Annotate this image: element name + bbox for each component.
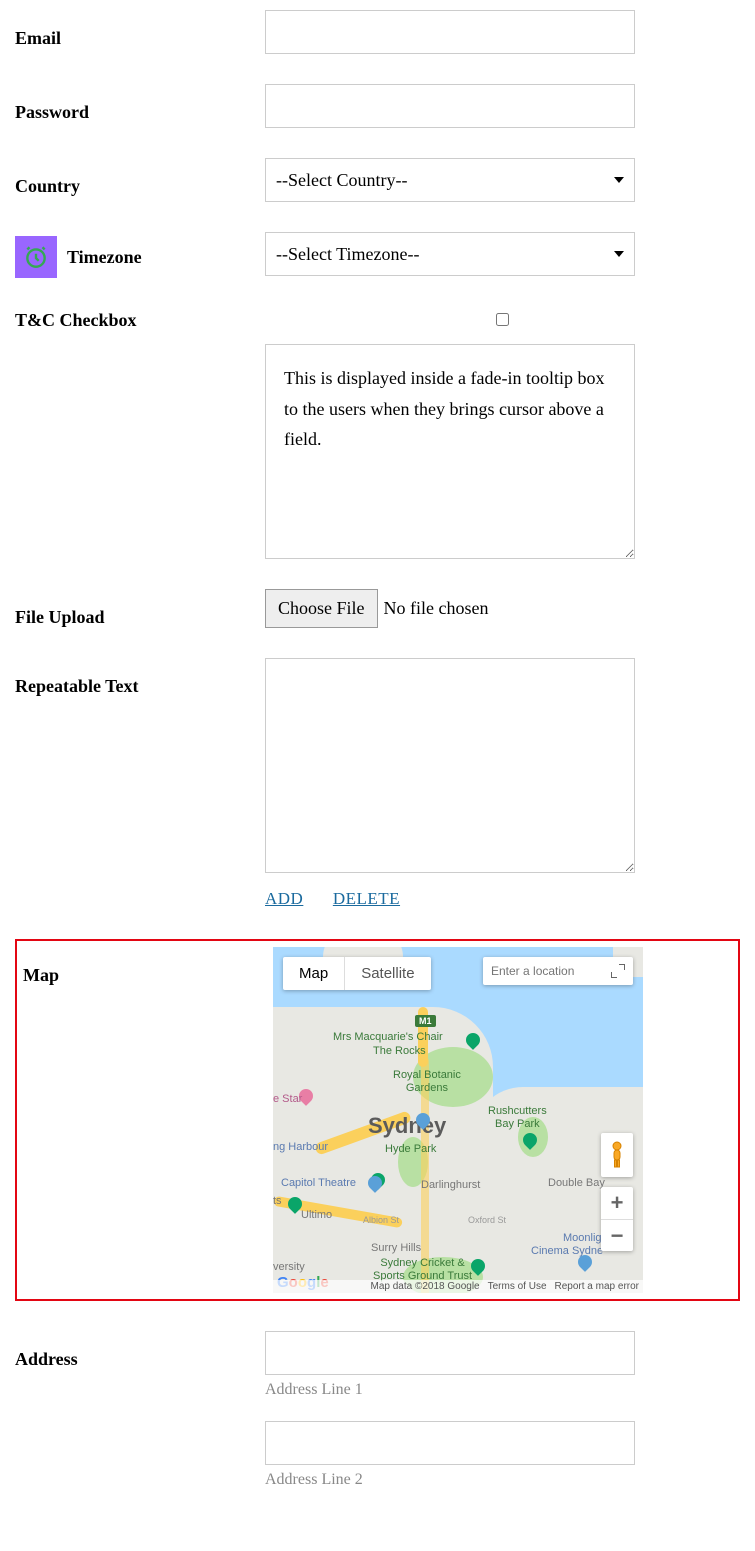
map-type-tabs: Map Satellite: [283, 957, 431, 990]
map-poi-label: The Rocks: [373, 1045, 426, 1058]
map-area-label: Darlinghurst: [421, 1179, 480, 1191]
map-area-label: Ultimo: [301, 1209, 332, 1221]
clock-icon: [15, 236, 57, 278]
map-tab-map[interactable]: Map: [283, 957, 344, 990]
map-poi-label: Rushcutters Bay Park: [488, 1105, 547, 1131]
zoom-out-button[interactable]: −: [601, 1219, 633, 1251]
map-search-input[interactable]: [491, 964, 611, 978]
add-button[interactable]: ADD: [265, 889, 303, 908]
address-line1-field[interactable]: [265, 1331, 635, 1375]
map-canvas[interactable]: M1 Sydney Mrs Macquarie's Chair The Rock…: [273, 947, 643, 1293]
map-poi-label: Mrs Macquarie's Chair: [333, 1031, 443, 1044]
tc-checkbox[interactable]: [265, 313, 740, 326]
map-city-label: Sydney: [368, 1113, 446, 1139]
tc-tooltip-textarea[interactable]: This is displayed inside a fade-in toolt…: [265, 344, 635, 559]
password-field[interactable]: [265, 84, 635, 128]
email-label: Email: [15, 10, 265, 49]
map-poi-label: Hyde Park: [385, 1143, 436, 1156]
address-line2-field[interactable]: [265, 1421, 635, 1465]
zoom-in-button[interactable]: +: [601, 1187, 633, 1219]
delete-button[interactable]: DELETE: [333, 889, 400, 908]
map-poi-label: Royal Botanic Gardens: [393, 1069, 461, 1095]
address-line1-sublabel: Address Line 1: [265, 1381, 740, 1399]
map-poi-label: ng Harbour: [273, 1141, 328, 1154]
email-field[interactable]: [265, 10, 635, 54]
map-street-label: Albion St: [363, 1215, 399, 1225]
country-label: Country: [15, 158, 265, 197]
route-badge-m1: M1: [415, 1015, 436, 1027]
map-poi-label: Cinema Sydne: [531, 1245, 603, 1258]
map-field-highlight: Map M1 Sydney: [15, 939, 740, 1301]
repeatable-textarea[interactable]: [265, 658, 635, 873]
map-poi-label: Capitol Theatre: [281, 1177, 356, 1190]
address-label: Address: [15, 1331, 265, 1370]
map-tab-satellite[interactable]: Satellite: [344, 957, 430, 990]
map-area-label: versity: [273, 1261, 305, 1273]
tc-label: T&C Checkbox: [15, 308, 265, 331]
map-report-link[interactable]: Report a map error: [555, 1281, 639, 1292]
map-data-text: Map data ©2018 Google: [370, 1281, 479, 1292]
choose-file-button[interactable]: Choose File: [265, 589, 378, 628]
map-attribution: Map data ©2018 Google Terms of Use Repor…: [273, 1280, 643, 1293]
timezone-label: Timezone: [67, 247, 142, 268]
repeatable-label: Repeatable Text: [15, 658, 265, 697]
map-street-label: Oxford St: [468, 1215, 506, 1225]
password-label: Password: [15, 84, 265, 123]
pegman-icon: [608, 1141, 626, 1169]
fullscreen-icon[interactable]: [611, 964, 625, 978]
file-status-text: No file chosen: [384, 598, 489, 619]
map-area-label: Surry Hills: [371, 1242, 421, 1254]
address-line2-sublabel: Address Line 2: [265, 1471, 740, 1489]
map-terms-link[interactable]: Terms of Use: [488, 1281, 547, 1292]
country-select[interactable]: --Select Country--: [265, 158, 635, 202]
map-label: Map: [23, 947, 273, 986]
map-area-label: Double Bay: [548, 1177, 605, 1189]
timezone-select[interactable]: --Select Timezone--: [265, 232, 635, 276]
map-search-box: [483, 957, 633, 985]
file-upload-label: File Upload: [15, 589, 265, 628]
map-poi-label: e Star: [273, 1093, 302, 1106]
map-area-label: ts: [273, 1195, 282, 1207]
pegman-button[interactable]: [601, 1133, 633, 1177]
